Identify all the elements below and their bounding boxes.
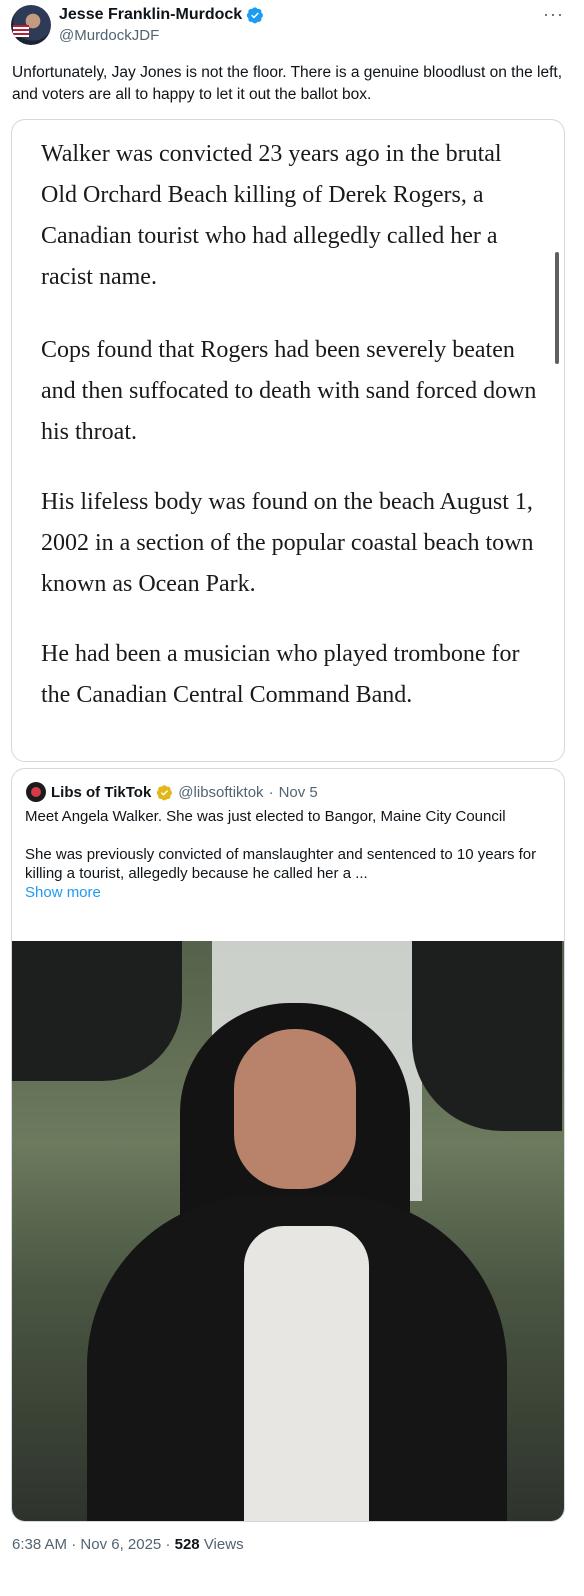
views-label: Views xyxy=(203,1536,244,1553)
show-more-link[interactable]: Show more xyxy=(25,884,101,901)
article-paragraph: Cops found that Rogers had been severely… xyxy=(41,337,537,445)
author-display-name[interactable]: Jesse Franklin-Murdock xyxy=(59,5,242,25)
quoted-author-handle[interactable]: @libsoftiktok xyxy=(178,784,263,801)
author-name-row: Jesse Franklin-Murdock xyxy=(59,5,264,25)
quoted-author-avatar[interactable] xyxy=(26,782,46,802)
photo-person-face xyxy=(234,1029,356,1189)
quoted-author-name[interactable]: Libs of TikTok xyxy=(51,784,151,801)
quoted-tweet-header: Libs of TikTok @libsoftiktok · Nov 5 xyxy=(26,782,318,802)
embedded-article-screenshot[interactable]: Walker was convicted 23 years ago in the… xyxy=(11,119,565,762)
more-options-icon[interactable]: ··· xyxy=(543,4,564,25)
quoted-tweet-photo[interactable] xyxy=(12,941,564,1521)
quoted-tweet-text: Meet Angela Walker. She was just elected… xyxy=(25,807,555,902)
separator-dot: · xyxy=(71,1536,77,1553)
photo-umbrella xyxy=(412,941,562,1131)
author-avatar[interactable] xyxy=(11,5,51,45)
quoted-tweet[interactable]: Libs of TikTok @libsoftiktok · Nov 5 Mee… xyxy=(11,768,565,1522)
flag-icon xyxy=(13,25,29,37)
tweet-date[interactable]: Nov 6, 2025 xyxy=(80,1536,161,1553)
views-count: 528 xyxy=(174,1536,200,1553)
article-paragraph: Walker was convicted 23 years ago in the… xyxy=(41,141,502,290)
article-paragraph: He had been a musician who played trombo… xyxy=(41,641,520,708)
separator-dot: · xyxy=(268,783,274,801)
scrollbar-thumb[interactable] xyxy=(555,252,559,364)
tweet-time[interactable]: 6:38 AM xyxy=(12,1536,67,1553)
author-handle[interactable]: @MurdockJDF xyxy=(59,26,159,45)
separator-dot: · xyxy=(165,1536,171,1553)
tweet-meta: 6:38 AM · Nov 6, 2025 · 528 Views xyxy=(12,1535,244,1555)
photo-person-shirt xyxy=(244,1226,369,1521)
article-paragraph: His lifeless body was found on the beach… xyxy=(41,489,534,597)
verified-badge-icon xyxy=(247,7,264,24)
photo-umbrella xyxy=(12,941,182,1081)
tweet-text: Unfortunately, Jay Jones is not the floo… xyxy=(12,64,563,103)
quoted-tweet-line: She was previously convicted of manslaug… xyxy=(25,846,537,882)
quoted-tweet-line: Meet Angela Walker. She was just elected… xyxy=(25,808,506,825)
quoted-tweet-date[interactable]: Nov 5 xyxy=(279,784,318,801)
verified-badge-icon xyxy=(157,784,173,800)
